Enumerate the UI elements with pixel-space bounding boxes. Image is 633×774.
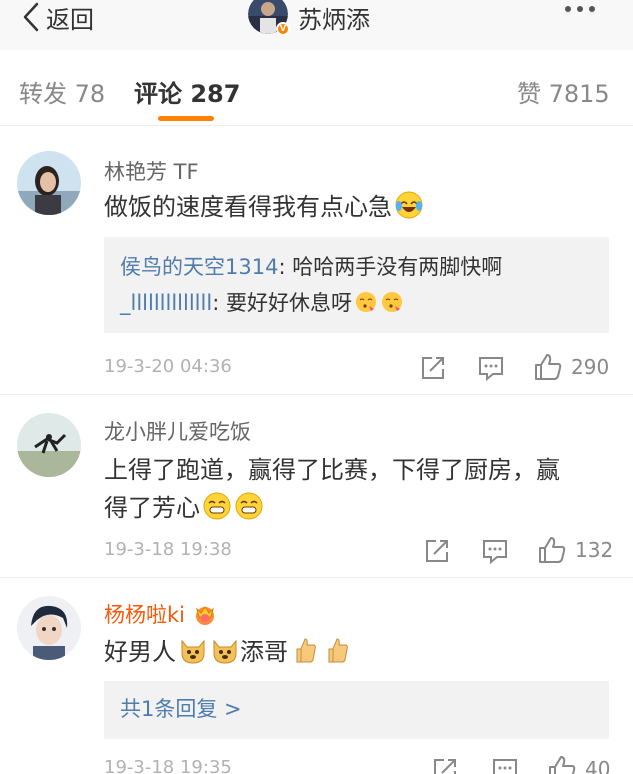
comment-username[interactable]: 林艳芳 TF xyxy=(104,156,199,186)
comment-text: 上得了跑道，赢得了比赛，下得了厨房，赢 得了芳心 xyxy=(104,451,609,527)
comment-text-line: 得了芳心 xyxy=(104,489,609,527)
kiss-emoji-icon xyxy=(355,292,376,312)
thumbs-up-icon xyxy=(549,756,576,774)
comment-username[interactable]: 杨杨啦ki xyxy=(104,599,218,629)
avatar[interactable] xyxy=(17,151,81,215)
comment-item: 林艳芳 TF 做饭的速度看得我有点心急 侯鸟的天空1314: 哈哈两手没有两脚快… xyxy=(0,134,633,395)
comment-time: 19-3-20 04:36 xyxy=(104,356,232,377)
like-button[interactable]: 132 xyxy=(537,536,613,564)
tab-likes[interactable]: 赞 7815 xyxy=(517,74,610,109)
more-dots-icon[interactable] xyxy=(565,6,595,12)
share-icon[interactable] xyxy=(418,353,448,383)
title-name: 苏炳添 xyxy=(298,5,370,34)
back-button[interactable]: 返回 xyxy=(22,0,94,34)
share-icon[interactable] xyxy=(422,536,452,566)
page-title[interactable]: V 苏炳添 xyxy=(248,0,370,36)
comment-text: 好男人 添哥 xyxy=(104,633,609,671)
like-button[interactable]: 40 xyxy=(547,755,610,774)
like-count: 40 xyxy=(585,757,611,774)
comment-item: 龙小胖儿爱吃饭 上得了跑道，赢得了比赛，下得了厨房，赢 得了芳心 19-3-18… xyxy=(0,396,633,578)
reply-comment-icon[interactable] xyxy=(480,536,510,566)
kiss-emoji-icon xyxy=(381,292,402,312)
reply-line: 侯鸟的天空1314: 哈哈两手没有两脚快啊 xyxy=(120,249,593,285)
thumbs-up-emoji-icon xyxy=(296,638,316,663)
avatar[interactable] xyxy=(17,413,81,477)
back-label: 返回 xyxy=(46,5,94,34)
thumbs-up-emoji-icon xyxy=(328,638,348,663)
comment-username[interactable]: 龙小胖儿爱吃饭 xyxy=(104,416,251,446)
grin-emoji-icon xyxy=(235,492,263,520)
thumbs-up-icon xyxy=(535,354,562,380)
comment-text-line: 上得了跑道，赢得了比赛，下得了厨房，赢 xyxy=(104,456,560,484)
grin-emoji-icon xyxy=(203,492,231,520)
avatar[interactable]: V xyxy=(248,0,290,36)
like-count: 290 xyxy=(571,355,610,379)
comment-text-content: 做饭的速度看得我有点心急 xyxy=(104,193,392,221)
more-replies-label[interactable]: 共1条回复 > xyxy=(120,691,593,727)
verified-badge: V xyxy=(276,22,290,36)
comment-text: 做饭的速度看得我有点心急 xyxy=(104,188,609,226)
reply-comment-icon[interactable] xyxy=(490,755,520,774)
laugh-cry-emoji-icon xyxy=(395,191,423,219)
thumbs-up-icon xyxy=(539,537,566,563)
doge-emoji-icon xyxy=(213,639,237,664)
tab-reposts[interactable]: 转发 78 xyxy=(19,74,105,109)
comment-item: 杨杨啦ki 好男人 添哥 共1条回复 > 19-3-18 19:35 40 xyxy=(0,579,633,774)
tab-comments[interactable]: 评论 287 xyxy=(134,74,240,109)
reply-line: _llllllllllllll: 要好好休息呀 xyxy=(120,285,593,321)
reply-username[interactable]: 侯鸟的天空1314 xyxy=(120,255,278,279)
reply-text: : 要好好休息呀 xyxy=(212,291,352,315)
comment-time: 19-3-18 19:38 xyxy=(104,539,232,560)
like-button[interactable]: 290 xyxy=(533,353,609,381)
doge-emoji-icon xyxy=(181,639,205,664)
reply-box[interactable]: 侯鸟的天空1314: 哈哈两手没有两脚快啊 _llllllllllllll: 要… xyxy=(104,237,609,333)
chevron-left-icon xyxy=(23,2,39,32)
reply-comment-icon[interactable] xyxy=(476,353,506,383)
top-bar: 返回 V 苏炳添 xyxy=(0,0,633,50)
tab-bar: 转发 78 评论 287 赞 7815 xyxy=(0,50,633,126)
active-tab-indicator xyxy=(158,116,214,121)
comment-time: 19-3-18 19:35 xyxy=(104,757,232,774)
more-replies-link[interactable]: 共1条回复 > xyxy=(104,681,609,739)
crown-badge-icon xyxy=(195,606,214,625)
reply-text: : 哈哈两手没有两脚快啊 xyxy=(278,255,503,279)
reply-username[interactable]: _llllllllllllll xyxy=(120,291,212,315)
avatar[interactable] xyxy=(17,596,81,660)
like-count: 132 xyxy=(575,538,614,562)
share-icon[interactable] xyxy=(430,755,460,774)
